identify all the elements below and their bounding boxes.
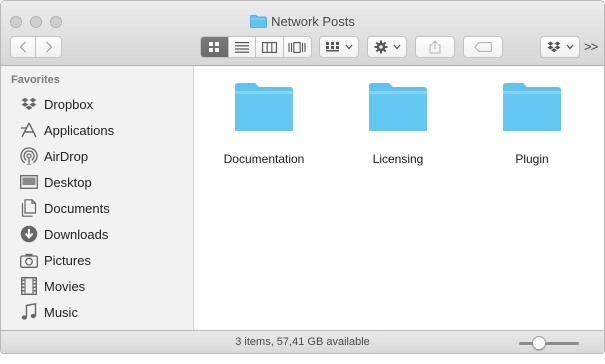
movies-icon bbox=[18, 275, 40, 297]
folder-item-plugin[interactable]: Plugin bbox=[472, 81, 592, 166]
sidebar-item-label: Dropbox bbox=[44, 96, 94, 112]
action-button[interactable] bbox=[367, 36, 407, 58]
view-mode-group bbox=[200, 36, 312, 58]
sidebar-item-movies[interactable]: Movies bbox=[1, 273, 194, 299]
icon-view-button[interactable] bbox=[201, 37, 229, 57]
tag-icon bbox=[474, 42, 492, 52]
arrange-button[interactable] bbox=[319, 36, 359, 58]
desktop-icon bbox=[18, 171, 40, 193]
chevron-down-icon bbox=[393, 44, 400, 50]
finder-window: Network Posts >> Favorites Dropbox Appli… bbox=[0, 0, 605, 354]
chevron-down-icon bbox=[566, 44, 573, 50]
folder-item-documentation[interactable]: Documentation bbox=[204, 81, 324, 166]
sidebar-item-label: AirDrop bbox=[44, 148, 89, 164]
chevron-down-icon bbox=[345, 44, 352, 50]
sidebar-item-desktop[interactable]: Desktop bbox=[1, 169, 194, 195]
sidebar-item-music[interactable]: Music bbox=[1, 299, 194, 325]
folder-icon bbox=[503, 83, 561, 131]
applications-icon bbox=[18, 119, 40, 141]
share-button[interactable] bbox=[415, 36, 455, 58]
navigation-group bbox=[10, 36, 62, 58]
sidebar-item-label: Movies bbox=[44, 278, 86, 294]
folder-item-licensing[interactable]: Licensing bbox=[338, 81, 458, 166]
status-bar: 3 items, 57,41 GB available bbox=[1, 330, 604, 353]
sidebar-item-documents[interactable]: Documents bbox=[1, 195, 194, 221]
list-view-button[interactable] bbox=[228, 37, 256, 57]
dropbox-button[interactable] bbox=[540, 36, 580, 58]
toolbar-overflow-button[interactable]: >> bbox=[584, 39, 598, 54]
chevron-right-icon bbox=[45, 41, 52, 53]
icon-size-slider[interactable] bbox=[519, 342, 579, 345]
window-title-bar: Network Posts bbox=[1, 14, 604, 31]
share-icon bbox=[429, 40, 441, 54]
sidebar-item-label: Downloads bbox=[44, 226, 109, 242]
dropbox-icon bbox=[18, 93, 40, 115]
airdrop-icon bbox=[18, 145, 40, 167]
folder-name: Documentation bbox=[223, 152, 305, 166]
sidebar-item-airdrop[interactable]: AirDrop bbox=[1, 143, 194, 169]
sidebar-item-downloads[interactable]: Downloads bbox=[1, 221, 194, 247]
window-title: Network Posts bbox=[271, 14, 355, 29]
toolbar: Network Posts >> bbox=[1, 1, 604, 66]
sidebar: Favorites Dropbox Applications AirDrop D… bbox=[1, 66, 194, 330]
folder-icon bbox=[250, 15, 267, 31]
forward-button[interactable] bbox=[36, 37, 61, 57]
coverflow-view-button[interactable] bbox=[283, 37, 311, 57]
sidebar-item-label: Pictures bbox=[44, 252, 91, 268]
dropbox-icon bbox=[547, 41, 560, 53]
sidebar-item-label: Applications bbox=[44, 122, 115, 138]
columns-icon bbox=[261, 41, 277, 53]
sidebar-item-dropbox[interactable]: Dropbox bbox=[1, 91, 194, 117]
music-icon bbox=[18, 301, 40, 323]
coverflow-icon bbox=[288, 41, 306, 53]
gear-icon bbox=[374, 40, 387, 54]
list-icon bbox=[234, 41, 249, 53]
pictures-icon bbox=[18, 249, 40, 271]
chevron-left-icon bbox=[19, 41, 26, 53]
sidebar-item-label: Desktop bbox=[44, 174, 92, 190]
sidebar-item-pictures[interactable]: Pictures bbox=[1, 247, 194, 273]
folder-name: Plugin bbox=[515, 152, 549, 166]
folder-name: Licensing bbox=[372, 152, 424, 166]
sidebar-item-label: Documents bbox=[44, 200, 110, 216]
arrange-grid-icon bbox=[325, 41, 339, 51]
sidebar-item-applications[interactable]: Applications bbox=[1, 117, 194, 143]
folder-icon bbox=[235, 83, 293, 131]
icon-size-slider-knob[interactable] bbox=[531, 336, 546, 350]
file-browser: Documentation Licensing Plugin bbox=[195, 66, 604, 330]
status-text: 3 items, 57,41 GB available bbox=[235, 336, 370, 348]
back-button[interactable] bbox=[11, 37, 36, 57]
folder-icon bbox=[369, 83, 427, 131]
sidebar-heading: Favorites bbox=[11, 74, 60, 86]
column-view-button[interactable] bbox=[256, 37, 284, 57]
sidebar-item-label: Music bbox=[44, 304, 78, 320]
downloads-icon bbox=[18, 223, 40, 245]
tags-button[interactable] bbox=[463, 36, 503, 58]
documents-icon bbox=[18, 197, 40, 219]
grid-icon bbox=[209, 42, 220, 52]
